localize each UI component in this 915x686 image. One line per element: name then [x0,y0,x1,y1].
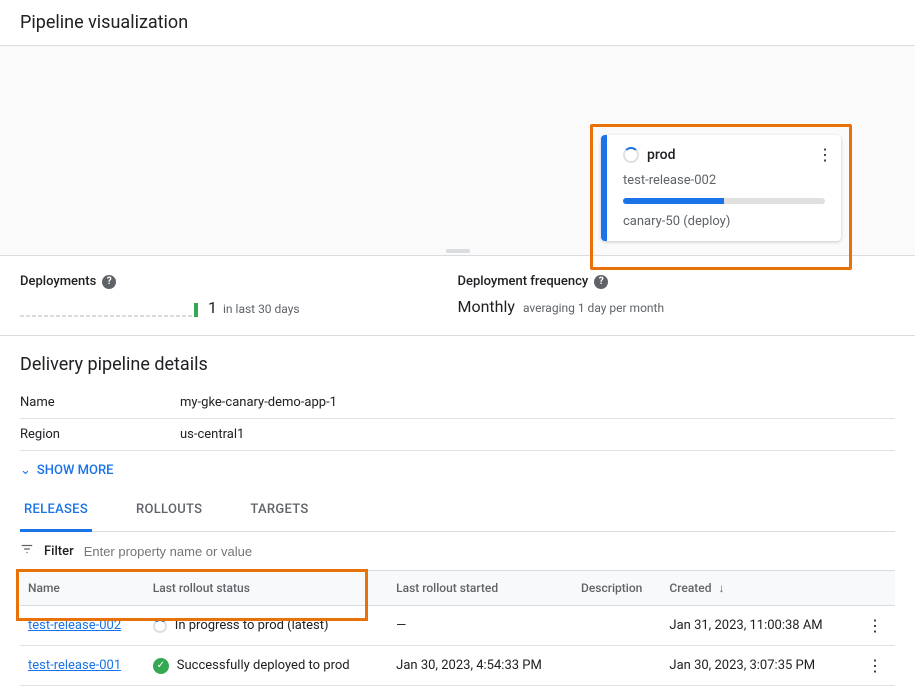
target-name: prod [647,147,675,163]
spinner-icon [623,147,639,163]
tab-releases[interactable]: RELEASES [20,490,92,532]
table-row: test-release-002 In progress to prod (la… [20,606,895,646]
help-icon[interactable]: ? [594,275,608,289]
details-title: Delivery pipeline details [20,354,895,375]
description-cell [573,606,661,646]
deployments-label: Deployments [20,274,96,289]
tabs: RELEASES ROLLOUTS TARGETS [20,490,895,532]
deployments-count: 1 [208,298,217,317]
deployments-period: in last 30 days [223,302,300,316]
show-more-button[interactable]: ⌄ SHOW MORE [20,451,895,490]
tab-targets[interactable]: TARGETS [246,490,312,531]
more-actions-icon[interactable]: ⋮ [817,145,833,164]
target-release-name: test-release-002 [623,173,825,188]
detail-value: us-central1 [180,427,244,442]
filter-input[interactable] [84,544,895,559]
status-text: In progress to prod (latest) [175,618,329,633]
frequency-stat: Deployment frequency ? Monthly averaging… [458,274,896,317]
releases-table-wrap: Name Last rollout status Last rollout st… [20,570,895,686]
detail-value: my-gke-canary-demo-app-1 [180,395,337,410]
help-icon[interactable]: ? [102,275,116,289]
release-link[interactable]: test-release-002 [28,618,121,633]
started-cell: Jan 30, 2023, 4:54:33 PM [388,646,573,686]
detail-row-name: Name my-gke-canary-demo-app-1 [20,387,895,419]
details-section: Delivery pipeline details Name my-gke-ca… [0,336,915,490]
detail-row-region: Region us-central1 [20,419,895,451]
frequency-label: Deployment frequency [458,274,589,289]
row-menu-button[interactable]: ⋮ [855,606,895,646]
sort-down-icon: ↓ [718,581,724,595]
detail-key: Region [20,427,180,442]
started-cell: — [388,606,573,646]
progress-bar [623,198,825,204]
chevron-down-icon: ⌄ [20,463,31,478]
col-description[interactable]: Description [573,571,661,606]
spinner-icon [153,619,167,633]
progress-fill [623,198,724,204]
highlight-annotation: prod ⋮ test-release-002 canary-50 (deplo… [590,124,852,270]
status-text: Successfully deployed to prod [177,658,350,673]
check-icon: ✓ [153,658,169,674]
col-created-label: Created [669,581,711,595]
created-cell: Jan 30, 2023, 3:07:35 PM [661,646,855,686]
frequency-subtext: averaging 1 day per month [523,301,664,315]
description-cell [573,646,661,686]
phase-label: canary-50 (deploy) [623,214,825,229]
pipeline-visualization-canvas: prod ⋮ test-release-002 canary-50 (deplo… [0,46,915,256]
releases-table: Name Last rollout status Last rollout st… [20,570,895,686]
filter-label: Filter [44,544,74,559]
col-status[interactable]: Last rollout status [145,571,388,606]
col-started[interactable]: Last rollout started [388,571,573,606]
filter-bar: Filter [0,532,915,570]
page-title: Pipeline visualization [0,0,915,46]
created-cell: Jan 31, 2023, 11:00:38 AM [661,606,855,646]
frequency-value: Monthly [458,297,515,316]
release-link[interactable]: test-release-001 [28,658,121,673]
show-more-label: SHOW MORE [37,463,114,478]
tab-rollouts[interactable]: ROLLOUTS [132,490,206,531]
col-actions [855,571,895,606]
deployments-sparkline [20,297,198,317]
table-row: test-release-001 ✓ Successfully deployed… [20,646,895,686]
detail-key: Name [20,395,180,410]
deployments-stat: Deployments ? 1 in last 30 days [20,274,458,317]
col-created[interactable]: Created ↓ [661,571,855,606]
col-name[interactable]: Name [20,571,145,606]
filter-icon [20,542,34,560]
target-card-prod[interactable]: prod ⋮ test-release-002 canary-50 (deplo… [601,135,841,241]
row-menu-button[interactable]: ⋮ [855,646,895,686]
resize-handle[interactable] [446,249,470,253]
